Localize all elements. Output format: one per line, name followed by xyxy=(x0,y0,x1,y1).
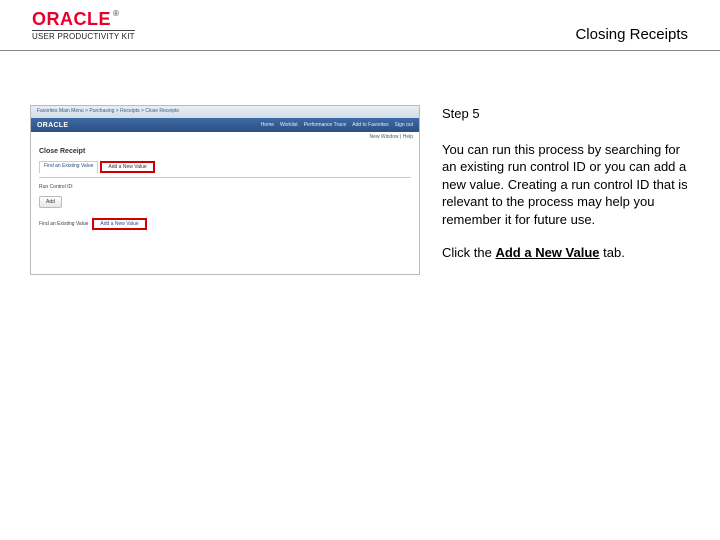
oracle-tm: ® xyxy=(113,9,119,18)
instruction-panel: Step 5 You can run this process by searc… xyxy=(420,105,690,275)
oracle-logo: ORACLE® xyxy=(32,10,135,28)
step-label: Step 5 xyxy=(442,105,690,123)
screenshot-subbar: New Window | Help xyxy=(31,132,419,142)
action-suffix: tab. xyxy=(600,245,625,260)
nav-signout: Sign out xyxy=(395,122,413,128)
nav-worklist: Worklist xyxy=(280,122,298,128)
page-title: Closing Receipts xyxy=(575,26,688,43)
action-prefix: Click the xyxy=(442,245,495,260)
page-header: ORACLE® USER PRODUCTIVITY KIT Closing Re… xyxy=(0,10,720,51)
add-new-value-link[interactable]: Add a New Value xyxy=(92,218,146,230)
screenshot-nav-links: Home Worklist Performance Trace Add to F… xyxy=(261,122,413,128)
screenshot-tabs: Find an Existing Value Add a New Value xyxy=(39,161,411,173)
nav-performance: Performance Trace xyxy=(304,122,347,128)
oracle-logo-subtitle: USER PRODUCTIVITY KIT xyxy=(32,30,135,41)
tab-add-new-value[interactable]: Add a New Value xyxy=(100,161,154,173)
nav-home: Home xyxy=(261,122,274,128)
screenshot-divider xyxy=(39,177,411,178)
nav-add-favorites: Add to Favorites xyxy=(352,122,388,128)
screenshot-body: Close Receipt Find an Existing Value Add… xyxy=(31,142,419,236)
screenshot-oracle-logo: ORACLE xyxy=(37,122,68,129)
oracle-logo-block: ORACLE® USER PRODUCTIVITY KIT xyxy=(32,10,135,41)
find-existing-row: Find an Existing Value Add a New Value xyxy=(39,218,411,230)
oracle-logo-text: ORACLE xyxy=(32,9,111,29)
instruction-action: Click the Add a New Value tab. xyxy=(442,244,690,262)
screenshot-heading: Close Receipt xyxy=(39,148,411,155)
action-target: Add a New Value xyxy=(495,245,599,260)
embedded-screenshot: Favorites Main Menu > Purchasing > Recei… xyxy=(30,105,420,275)
screenshot-navbar: ORACLE Home Worklist Performance Trace A… xyxy=(31,118,419,132)
add-button: Add xyxy=(39,196,62,208)
run-control-label: Run Control ID: xyxy=(39,184,411,190)
content-area: Favorites Main Menu > Purchasing > Recei… xyxy=(30,105,690,275)
screenshot-breadcrumb: Favorites Main Menu > Purchasing > Recei… xyxy=(31,106,419,118)
find-existing-label: Find an Existing Value xyxy=(39,221,88,227)
instruction-paragraph: You can run this process by searching fo… xyxy=(442,141,690,229)
tab-find-existing: Find an Existing Value xyxy=(39,161,98,173)
